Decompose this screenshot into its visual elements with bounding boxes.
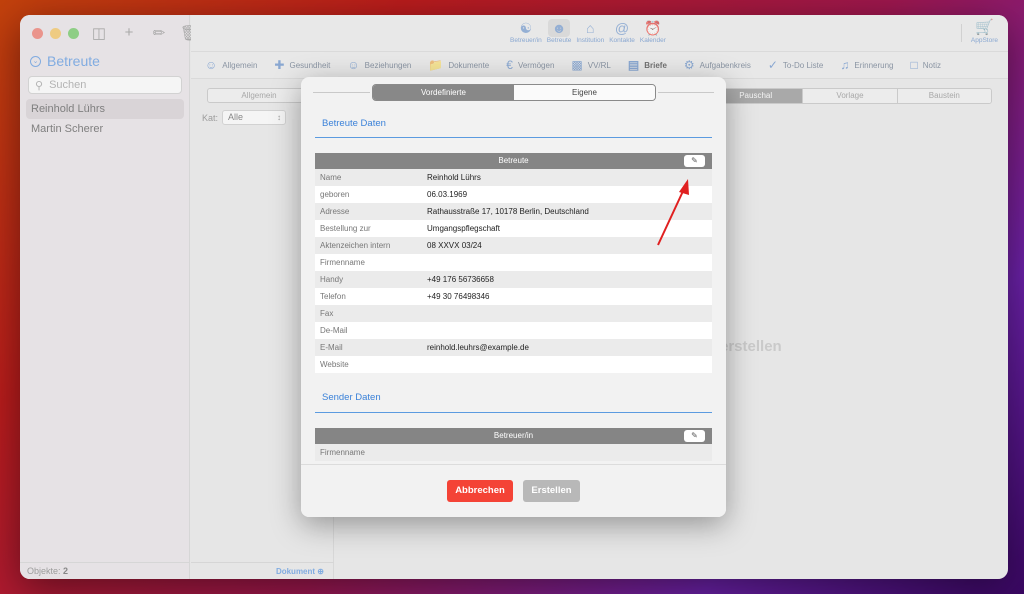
table-row: De-Mail <box>315 322 712 339</box>
table-row: Aktenzeichen intern 08 XXVX 03/24 <box>315 237 712 254</box>
row-label: Handy <box>320 275 344 284</box>
table-row: Website <box>315 356 712 373</box>
table-header-label: Betreuer/in <box>493 431 534 440</box>
cancel-button[interactable]: Abbrechen <box>447 480 513 502</box>
table-row: geboren 06.03.1969 <box>315 186 712 203</box>
row-value: +49 176 56736658 <box>427 275 494 284</box>
edit-betreute-button[interactable]: ✎ <box>684 155 705 167</box>
table-row: E-Mail reinhold.leuhrs@example.de <box>315 339 712 356</box>
table-row: Handy +49 176 56736658 <box>315 271 712 288</box>
table-row: Bestellung zur Umgangspflegschaft <box>315 220 712 237</box>
row-value: Reinhold Lührs <box>427 173 481 182</box>
table-header: Betreute ✎ <box>315 153 712 169</box>
tab-vordefinierte[interactable]: Vordefinierte <box>373 85 514 100</box>
row-label: Name <box>320 173 342 182</box>
row-label: geboren <box>320 190 350 199</box>
table-body: Name Reinhold Lührs geboren 06.03.1969 Adres… <box>315 169 712 373</box>
row-label: Bestellung zur <box>320 224 371 233</box>
table-row: Telefon +49 30 76498346 <box>315 288 712 305</box>
row-label: Fax <box>320 309 334 318</box>
sender-data-table: Betreuer/in ✎ Firmenname <box>315 428 712 461</box>
row-label: Adresse <box>320 207 350 216</box>
row-label: De-Mail <box>320 326 348 335</box>
create-letter-dialog: Vordefinierte Eigene Betreute Daten Betr… <box>301 77 726 517</box>
edit-icon: ✎ <box>691 156 698 165</box>
section-title-betreute: Betreute Daten <box>322 118 386 129</box>
table-body: Firmenname <box>315 444 712 461</box>
betreute-data-table: Betreute ✎ Name Reinhold Lührs geboren 06.0… <box>315 153 712 373</box>
table-row: Adresse Rathausstraße 17, 10178 Berlin, D… <box>315 203 712 220</box>
row-label: Firmenname <box>320 258 365 267</box>
dialog-footer: Abbrechen Erstellen <box>301 464 726 517</box>
section-divider <box>315 412 712 413</box>
tab-eigene[interactable]: Eigene <box>514 85 655 100</box>
edit-icon: ✎ <box>691 431 698 440</box>
divider <box>658 92 714 93</box>
row-label: Website <box>320 360 349 369</box>
table-row: Firmenname <box>315 444 712 461</box>
table-row: Name Reinhold Lührs <box>315 169 712 186</box>
divider <box>313 92 370 93</box>
edit-sender-button[interactable]: ✎ <box>684 430 705 442</box>
create-button[interactable]: Erstellen <box>523 480 580 502</box>
row-label: E-Mail <box>320 343 343 352</box>
dialog-tab-segment: Vordefinierte Eigene <box>372 84 656 101</box>
row-label: Telefon <box>320 292 346 301</box>
row-label: Firmenname <box>320 448 365 457</box>
row-value: 08 XXVX 03/24 <box>427 241 482 250</box>
table-row: Fax <box>315 305 712 322</box>
section-divider <box>315 137 712 138</box>
row-value: reinhold.leuhrs@example.de <box>427 343 529 352</box>
row-label: Aktenzeichen intern <box>320 241 391 250</box>
table-row: Firmenname <box>315 254 712 271</box>
row-value: +49 30 76498346 <box>427 292 490 301</box>
table-header-label: Betreute <box>498 156 529 165</box>
row-value: Umgangspflegschaft <box>427 224 500 233</box>
table-header: Betreuer/in ✎ <box>315 428 712 444</box>
row-value: 06.03.1969 <box>427 190 468 199</box>
section-title-sender: Sender Daten <box>322 392 381 403</box>
row-value: Rathausstraße 17, 10178 Berlin, Deutschl… <box>427 207 589 216</box>
